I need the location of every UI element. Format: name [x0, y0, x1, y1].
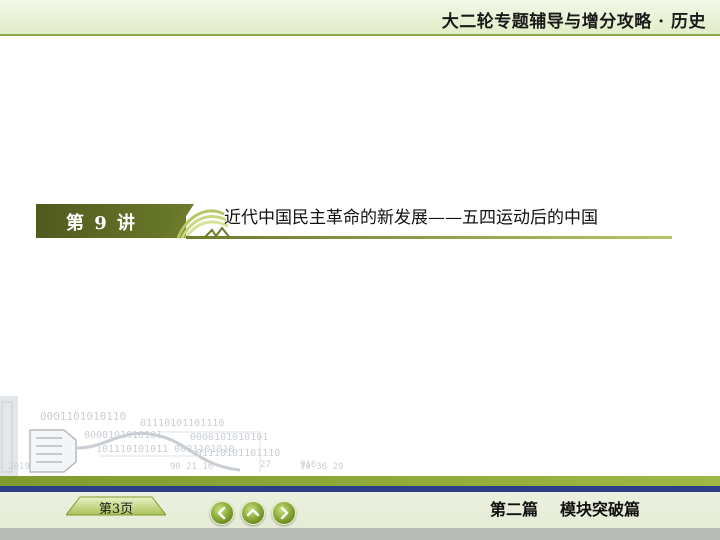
- chapter-number: 第 9 讲: [66, 213, 138, 234]
- page-number: 第3页: [98, 502, 134, 517]
- chapter-underline: [186, 236, 672, 239]
- footer-green-strip: [0, 476, 720, 486]
- binary-text: 0001101010110: [40, 410, 127, 423]
- chapter-band: 第 9 讲 近代中国民主革命的新发展——五四运动后的中国: [36, 200, 672, 240]
- tick-text: 90 21 16: [170, 462, 214, 472]
- part-label: 第二篇: [490, 500, 539, 519]
- home-page-button[interactable]: [241, 501, 265, 525]
- chevron-up-icon: [246, 508, 260, 517]
- chapter-title: 近代中国民主革命的新发展——五四运动后的中国: [224, 208, 598, 228]
- decorative-artwork: 0001101010110 0000101010101 101110101011…: [0, 396, 720, 476]
- header-bar: 大二轮专题辅导与增分攻略 · 历史: [0, 0, 720, 36]
- book-title: 大二轮专题辅导与增分攻略 · 历史: [441, 12, 706, 32]
- binary-text: 0000101010101: [84, 430, 163, 441]
- tick-text: 2019: [8, 462, 30, 472]
- binary-text: 01110101101110: [140, 418, 225, 429]
- module-label: 模块突破篇: [560, 500, 641, 519]
- chevron-left-icon: [217, 506, 226, 520]
- binary-text: 01110101101110: [196, 448, 281, 459]
- next-page-button[interactable]: [272, 501, 296, 525]
- footer-gray-base: [0, 528, 720, 540]
- tick-text: 916: [300, 460, 317, 470]
- prev-page-button[interactable]: [210, 501, 234, 525]
- footer-blue-strip: [0, 486, 720, 492]
- chevron-right-icon: [280, 506, 289, 520]
- binary-text: 0000101010101: [190, 432, 269, 443]
- page-indicator: 第3页: [66, 495, 166, 517]
- tick-text: 27: [260, 460, 271, 470]
